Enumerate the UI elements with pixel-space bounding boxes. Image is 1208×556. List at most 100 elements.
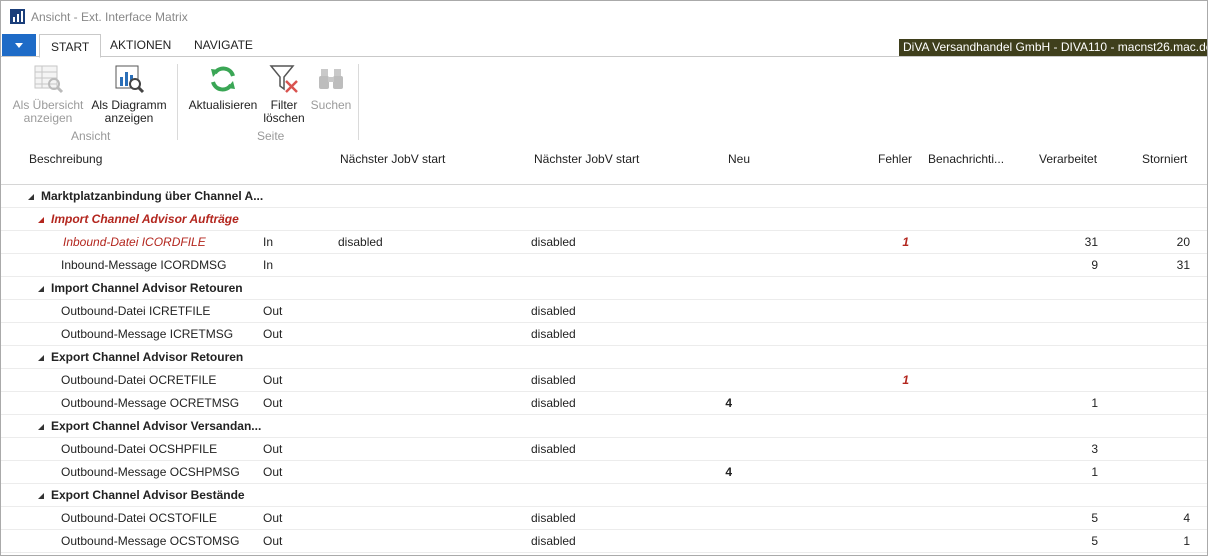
refresh-label: Aktualisieren [188,98,258,112]
refresh-button[interactable]: Aktualisieren [187,63,259,112]
ribbon: Als Übersicht anzeigen Als Diagramm anze… [1,58,1207,146]
clear-filter-label-2: löschen [263,111,305,125]
application-menu-button[interactable] [2,34,36,56]
col-naechster-jobv-start-1[interactable]: Nächster JobV start [340,152,445,166]
group-separator-2 [358,64,359,140]
chart-view-label-2: anzeigen [104,111,154,125]
row-description: Outbound-Datei ICRETFILE [61,304,211,318]
table-group-row[interactable]: Import Channel Advisor Retouren [1,277,1207,300]
row-verarbeitet: 9 [1091,258,1098,272]
row-next-jobv-start-2: disabled [531,511,576,525]
col-beschreibung[interactable]: Beschreibung [29,152,102,166]
table-row[interactable]: Outbound-Message OCRETMSG Out disabled 4 1 [1,392,1207,415]
ribbon-tab-row: START AKTIONEN NAVIGATE DiVA Versandhand… [1,34,1207,58]
app-window: Ansicht - Ext. Interface Matrix START AK… [0,0,1208,556]
collapse-triangle-icon[interactable] [38,355,44,361]
clear-filter-button[interactable]: Filter löschen [261,63,307,125]
row-description: Outbound-Datei OCRETFILE [61,373,217,387]
row-description: Outbound-Message ICRETMSG [61,327,234,341]
table-row[interactable]: Outbound-Datei OCSHPFILE Out disabled 3 [1,438,1207,461]
row-verarbeitet: 31 [1084,235,1098,249]
row-fehler: 1 [902,373,909,387]
list-view-label-2: anzeigen [23,111,73,125]
chart-view-label-1: Als Diagramm [91,98,167,112]
row-verarbeitet: 5 [1091,534,1098,548]
table-group-row[interactable]: Export Channel Advisor Versandan... [1,415,1207,438]
row-description: Inbound-Datei ICORDFILE [63,235,206,249]
row-verarbeitet: 3 [1091,442,1098,456]
row-neu: 4 [725,465,732,479]
col-benachrichtigungen[interactable]: Benachrichti... [928,152,1004,166]
search-label: Suchen [310,98,352,112]
binoculars-icon [315,63,347,95]
search-button[interactable]: Suchen [309,63,353,112]
table-row[interactable]: Outbound-Datei OCSTOFILE Out disabled 5 4 [1,507,1207,530]
table-group-row[interactable]: Import Channel Advisor Aufträge [1,208,1207,231]
group-label: Export Channel Advisor Bestände [51,488,245,502]
table-group-row[interactable]: Export Channel Advisor Bestände [1,484,1207,507]
row-next-jobv-start-2: disabled [531,442,576,456]
col-neu[interactable]: Neu [728,152,750,166]
collapse-triangle-icon[interactable] [28,194,34,200]
group-label: Export Channel Advisor Retouren [51,350,244,364]
row-description: Outbound-Message OCSHPMSG [61,465,240,479]
table-row[interactable]: Outbound-Datei OCRETFILE Out disabled 1 [1,369,1207,392]
tab-aktionen[interactable]: AKTIONEN [110,38,171,52]
row-storniert: 4 [1183,511,1190,525]
group-separator [177,64,178,140]
row-storniert: 1 [1183,534,1190,548]
col-storniert[interactable]: Storniert [1142,152,1187,166]
table-row[interactable]: Outbound-Datei ICRETFILE Out disabled [1,300,1207,323]
row-description: Inbound-Message ICORDMSG [61,258,227,272]
group-label: Import Channel Advisor Aufträge [51,212,239,226]
table-row[interactable]: Outbound-Message OCSHPMSG Out 4 1 [1,461,1207,484]
collapse-triangle-icon[interactable] [38,217,44,223]
row-next-jobv-start-2: disabled [531,235,576,249]
window-title: Ansicht - Ext. Interface Matrix [31,10,188,24]
row-next-jobv-start-2: disabled [531,304,576,318]
list-view-button[interactable]: Als Übersicht anzeigen [11,63,85,125]
collapse-triangle-icon[interactable] [38,286,44,292]
table-row[interactable]: Inbound-Message ICORDMSG In 9 31 [1,254,1207,277]
table-row[interactable]: Outbound-Message OCSTOMSG Out disabled 5 1 [1,530,1207,553]
group-label: Marktplatzanbindung über Channel A... [41,189,264,203]
group-label-seite: Seite [257,129,285,143]
title-bar: Ansicht - Ext. Interface Matrix [1,1,1207,33]
row-direction: Out [263,511,283,525]
row-direction: Out [263,465,283,479]
group-label: Export Channel Advisor Versandan... [51,419,262,433]
app-chart-icon [10,9,25,24]
row-direction: Out [263,327,283,341]
row-next-jobv-start-2: disabled [531,396,576,410]
tab-start[interactable]: START [39,34,102,58]
table-row[interactable]: Inbound-Datei ICORDFILE In disabled disable… [1,231,1207,254]
row-fehler: 1 [902,235,909,249]
row-description: Outbound-Message OCRETMSG [61,396,240,410]
row-next-jobv-start-1: disabled [338,235,383,249]
col-naechster-jobv-start-2[interactable]: Nächster JobV start [534,152,639,166]
row-direction: Out [263,442,283,456]
collapse-triangle-icon[interactable] [38,424,44,430]
table-group-row[interactable]: Export Channel Advisor Retouren [1,346,1207,369]
table-group-row[interactable]: Marktplatzanbindung über Channel A... [1,185,1207,208]
tab-navigate[interactable]: NAVIGATE [194,38,253,52]
row-direction: Out [263,304,283,318]
row-direction: Out [263,396,283,410]
row-storniert: 31 [1176,258,1190,272]
row-direction: Out [263,373,283,387]
chart-view-button[interactable]: Als Diagramm anzeigen [89,63,169,125]
collapse-triangle-icon[interactable] [38,493,44,499]
list-view-label-1: Als Übersicht [12,98,84,112]
row-next-jobv-start-2: disabled [531,373,576,387]
table-row[interactable]: Outbound-Message ICRETMSG Out disabled [1,323,1207,346]
group-label: Import Channel Advisor Retouren [51,281,243,295]
company-indicator: DiVA Versandhandel GmbH - DIVA110 - macn… [899,39,1207,56]
row-description: Outbound-Message OCSTOMSG [61,534,240,548]
row-verarbeitet: 1 [1091,465,1098,479]
row-direction: In [263,258,274,272]
row-neu: 4 [725,396,732,410]
row-verarbeitet: 5 [1091,511,1098,525]
col-verarbeitet[interactable]: Verarbeitet [1039,152,1097,166]
col-fehler[interactable]: Fehler [878,152,912,166]
row-next-jobv-start-2: disabled [531,534,576,548]
